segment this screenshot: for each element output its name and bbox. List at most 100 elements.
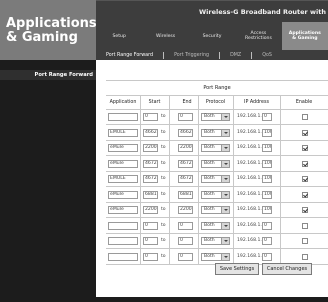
- protocol-select[interactable]: Both: [201, 159, 230, 168]
- ip-last-octet-input[interactable]: 100: [262, 206, 272, 214]
- end-port-input[interactable]: 22003: [178, 206, 193, 214]
- to-label: to: [161, 114, 166, 119]
- application-name-input[interactable]: eMule: [108, 190, 138, 199]
- ip-last-octet-input[interactable]: 0: [262, 237, 272, 245]
- to-label: to: [161, 145, 166, 150]
- column-header: Protocol: [205, 100, 226, 105]
- protocol-select[interactable]: Both: [201, 221, 230, 230]
- end-port-input[interactable]: 22003: [178, 144, 193, 152]
- section-title-panel: Applications & Gaming: [0, 0, 97, 60]
- sub-tab[interactable]: Port Triggering: [174, 53, 209, 58]
- start-port-input[interactable]: 6881: [143, 190, 158, 199]
- enable-checkbox[interactable]: [302, 191, 308, 198]
- end-port-input[interactable]: 6881: [178, 190, 193, 199]
- enable-checkbox[interactable]: [302, 238, 308, 244]
- start-port-input[interactable]: 22003: [143, 144, 158, 152]
- ip-last-octet-input[interactable]: 100: [262, 175, 272, 183]
- protocol-select[interactable]: Both: [201, 237, 230, 245]
- application-name-input[interactable]: [108, 237, 138, 245]
- ip-prefix: 192.168.1.: [237, 129, 262, 135]
- start-port-input[interactable]: 4662: [143, 128, 158, 137]
- to-label: to: [161, 207, 166, 212]
- save-settings-button[interactable]: Save Settings: [215, 263, 259, 275]
- header-bar: Wireless-G Broadband Router with Setup Wi…: [96, 0, 328, 60]
- enable-checkbox[interactable]: [302, 114, 308, 120]
- protocol-select[interactable]: Both: [201, 190, 230, 199]
- end-port-input[interactable]: 0: [178, 237, 193, 245]
- ip-prefix: 192.168.1.: [237, 114, 262, 119]
- enable-checkbox[interactable]: [302, 160, 308, 167]
- enable-checkbox[interactable]: [302, 129, 308, 136]
- cancel-changes-button[interactable]: Cancel Changes: [262, 263, 312, 275]
- ip-last-octet-input[interactable]: 0: [262, 113, 272, 121]
- nav-tab[interactable]: Wireless: [142, 22, 188, 50]
- gutter: [96, 60, 106, 302]
- enable-checkbox[interactable]: [302, 176, 308, 182]
- start-port-input[interactable]: 4672: [143, 159, 158, 168]
- nav-tab[interactable]: Security: [189, 22, 235, 50]
- application-name-input[interactable]: EMULE: [108, 128, 138, 137]
- sidebar: Port Range Forward: [0, 60, 96, 302]
- enable-checkbox[interactable]: [302, 222, 308, 229]
- end-port-input[interactable]: 4662: [178, 128, 193, 137]
- chevron-down-icon: [221, 238, 229, 244]
- nav-tab[interactable]: Access Restrictions: [235, 22, 281, 50]
- chevron-down-icon: [221, 129, 229, 136]
- protocol-select[interactable]: Both: [201, 175, 230, 183]
- nav-tab[interactable]: Setup: [96, 22, 142, 50]
- section-title-line1: Applications: [6, 16, 97, 31]
- enable-checkbox[interactable]: [302, 145, 308, 151]
- application-name-input[interactable]: eMule: [108, 159, 138, 168]
- sub-nav: Port Range Forward Port Triggering DMZ QoS: [96, 50, 328, 60]
- application-name-input[interactable]: [108, 221, 138, 230]
- application-name-input[interactable]: [108, 113, 138, 121]
- application-name-input[interactable]: EMULE: [108, 175, 138, 183]
- ip-last-octet-input[interactable]: 100: [262, 128, 272, 137]
- ip-last-octet-input[interactable]: 100: [262, 190, 272, 199]
- product-title: Wireless-G Broadband Router with: [199, 8, 326, 16]
- end-port-input[interactable]: 4672: [178, 159, 193, 168]
- end-port-input[interactable]: 0: [178, 113, 193, 121]
- table-title: Port Range: [203, 85, 231, 91]
- protocol-value: Both: [204, 176, 215, 181]
- nav-tab[interactable]: Applications & Gaming: [281, 22, 328, 50]
- chevron-down-icon: [221, 191, 229, 198]
- column-divider: [233, 96, 234, 265]
- chevron-down-icon: [221, 145, 229, 151]
- application-name-input[interactable]: eMule: [108, 144, 138, 152]
- ip-prefix: 192.168.1.: [237, 145, 262, 150]
- chevron-down-icon: [221, 160, 229, 167]
- to-label: to: [161, 129, 166, 135]
- to-label: to: [161, 191, 166, 197]
- start-port-input[interactable]: 4672: [143, 175, 158, 183]
- end-port-input[interactable]: 0: [178, 221, 193, 230]
- chevron-down-icon: [221, 114, 229, 120]
- protocol-value: Both: [204, 207, 215, 212]
- protocol-value: Both: [204, 145, 215, 150]
- enable-checkbox[interactable]: [302, 207, 308, 213]
- application-name-input[interactable]: eMule: [108, 206, 138, 214]
- to-label: to: [161, 160, 166, 166]
- start-port-input[interactable]: 0: [143, 221, 158, 230]
- start-port-input[interactable]: 0: [143, 237, 158, 245]
- column-divider: [140, 96, 141, 265]
- start-port-input[interactable]: 0: [143, 113, 158, 121]
- sub-tab[interactable]: QoS: [262, 53, 272, 58]
- ip-last-octet-input[interactable]: 100: [262, 159, 272, 168]
- ip-prefix: 192.168.1.: [237, 160, 262, 166]
- sub-tab[interactable]: Port Range Forward: [106, 53, 153, 58]
- sub-tab[interactable]: DMZ: [230, 53, 241, 58]
- column-divider: [169, 96, 170, 265]
- protocol-select[interactable]: Both: [201, 113, 230, 121]
- protocol-select[interactable]: Both: [201, 128, 230, 137]
- ip-last-octet-input[interactable]: 100: [262, 144, 272, 152]
- end-port-input[interactable]: 4672: [178, 175, 193, 183]
- ip-last-octet-input[interactable]: 0: [262, 221, 272, 230]
- protocol-select[interactable]: Both: [201, 206, 230, 214]
- to-label: to: [161, 238, 166, 243]
- chevron-down-icon: [221, 222, 229, 229]
- start-port-input[interactable]: 22003: [143, 206, 158, 214]
- protocol-value: Both: [204, 253, 215, 259]
- column-divider: [198, 96, 199, 265]
- protocol-select[interactable]: Both: [201, 144, 230, 152]
